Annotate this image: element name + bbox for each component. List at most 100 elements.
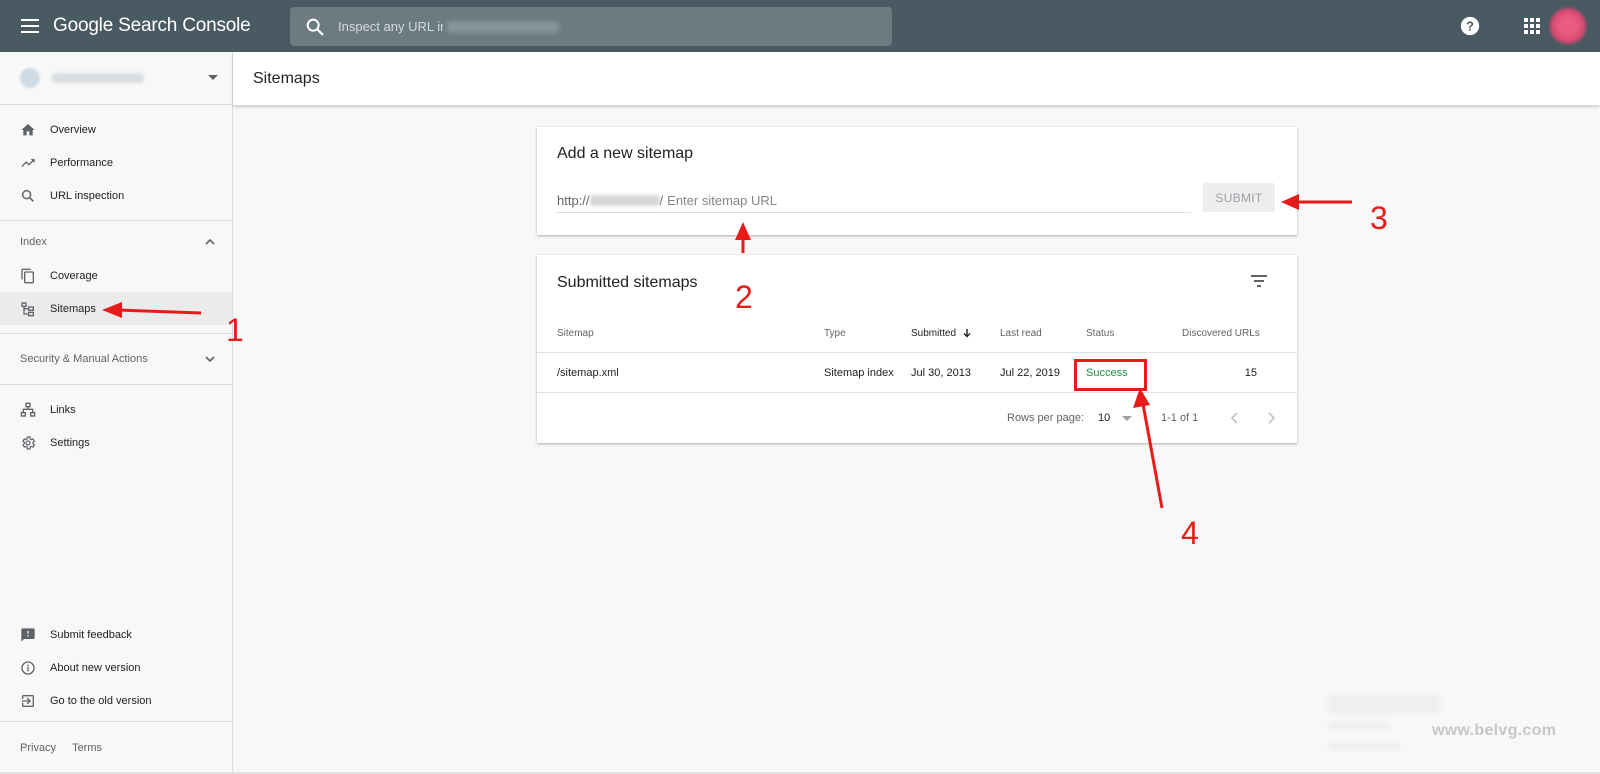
sidebar-item-label: URL inspection <box>50 189 125 202</box>
table-header: Sitemap Type Submitted Last read Status … <box>537 313 1297 353</box>
app-logo[interactable]: Google Search Console <box>53 15 251 37</box>
chevron-down-icon <box>205 356 215 363</box>
nav-group-bottom: Submit feedback About new version Go to … <box>0 618 232 717</box>
col-submitted[interactable]: Submitted <box>911 313 972 353</box>
sitemap-url-input[interactable] <box>667 193 1191 208</box>
svg-text:?: ? <box>1466 19 1474 34</box>
section-label: Index <box>20 236 47 248</box>
help-icon[interactable]: ? <box>1459 15 1481 37</box>
prev-page-button[interactable] <box>1228 393 1242 443</box>
gear-icon <box>22 435 36 450</box>
section-security-header[interactable]: Security & Manual Actions <box>0 342 232 376</box>
chevron-up-icon <box>205 238 215 245</box>
submitted-sitemaps-title: Submitted sitemaps <box>557 274 698 291</box>
sidebar-item-label: About new version <box>50 661 141 674</box>
sidebar-item-url-inspection[interactable]: URL inspection <box>0 179 232 212</box>
table-row[interactable]: /sitemap.xml Sitemap index Jul 30, 2013 … <box>537 353 1297 393</box>
col-discovered-urls[interactable]: Discovered URLs <box>1182 313 1260 353</box>
sitemap-icon <box>21 301 34 316</box>
sidebar-item-label: Links <box>50 403 76 416</box>
sidebar-item-label: Performance <box>50 156 113 169</box>
top-app-bar: Google Search Console ? <box>0 0 1600 52</box>
cell-submitted: Jul 30, 2013 <box>911 367 971 379</box>
sidebar-item-old-version[interactable]: Go to the old version <box>0 684 232 717</box>
sidebar-item-label: Go to the old version <box>50 694 152 707</box>
nav-group-security: Security & Manual Actions <box>0 334 232 385</box>
home-icon <box>21 123 35 135</box>
terms-link[interactable]: Terms <box>72 742 102 754</box>
sidebar-item-settings[interactable]: Settings <box>0 426 232 459</box>
sidebar: Overview Performance URL inspection Inde… <box>0 52 233 774</box>
privacy-link[interactable]: Privacy <box>20 742 56 754</box>
annotation-number-3: 3 <box>1370 200 1388 236</box>
table-pagination: Rows per page: 10 1-1 of 1 <box>537 393 1297 443</box>
sidebar-item-overview[interactable]: Overview <box>0 113 232 146</box>
sidebar-item-label: Sitemaps <box>50 302 96 315</box>
col-last-read[interactable]: Last read <box>1000 313 1042 353</box>
search-input[interactable] <box>338 19 443 34</box>
watermark: www.belvg.com <box>1432 722 1557 739</box>
rows-per-page-value: 10 <box>1098 412 1111 424</box>
property-name-redacted <box>52 73 144 83</box>
sidebar-item-label: Overview <box>50 123 96 136</box>
ghost-overlay-line-2 <box>1328 742 1400 750</box>
page-header: Sitemaps <box>233 52 1600 105</box>
url-inspect-search[interactable] <box>290 7 892 46</box>
col-status[interactable]: Status <box>1086 313 1114 353</box>
ghost-overlay-line <box>1328 722 1390 730</box>
trending-up-icon <box>21 158 35 167</box>
property-selector[interactable] <box>0 52 232 105</box>
rows-per-page-label: Rows per page: <box>1007 412 1085 424</box>
next-page-button[interactable] <box>1264 393 1278 443</box>
copy-icon <box>21 268 34 283</box>
exit-icon <box>22 694 34 707</box>
sidebar-item-label: Submit feedback <box>50 628 132 641</box>
arrow-down-icon <box>963 329 971 338</box>
page-title: Sitemaps <box>253 69 320 87</box>
col-submitted-label: Submitted <box>911 327 957 339</box>
sidebar-item-coverage[interactable]: Coverage <box>0 259 232 292</box>
url-prefix-slash: / <box>659 193 664 208</box>
add-sitemap-title: Add a new sitemap <box>557 145 694 162</box>
annotation-number-2: 2 <box>735 279 753 315</box>
nav-group-main: Overview Performance URL inspection <box>0 105 232 221</box>
sidebar-item-label: Settings <box>50 436 90 449</box>
feedback-icon <box>21 627 35 642</box>
page-range: 1-1 of 1 <box>1161 412 1199 424</box>
sidebar-item-about-new-version[interactable]: About new version <box>0 651 232 684</box>
sidebar-item-performance[interactable]: Performance <box>0 146 232 179</box>
nav-group-links: Links Settings <box>0 385 232 467</box>
cell-discovered-urls: 15 <box>1244 367 1257 379</box>
url-prefix-domain-redacted <box>589 195 660 206</box>
rows-per-page-select[interactable]: 10 <box>1098 393 1133 443</box>
status-highlight-box <box>1074 359 1147 391</box>
info-icon <box>21 660 35 675</box>
section-index-header[interactable]: Index <box>0 225 232 259</box>
cell-type: Sitemap index <box>824 367 894 379</box>
sidebar-item-sitemaps[interactable]: Sitemaps <box>0 292 232 325</box>
menu-icon[interactable] <box>18 14 42 38</box>
sidebar-item-links[interactable]: Links <box>0 393 232 426</box>
url-prefix-protocol: http:// <box>557 193 590 208</box>
sidebar-item-submit-feedback[interactable]: Submit feedback <box>0 618 232 651</box>
cell-last-read: Jul 22, 2019 <box>1000 367 1060 379</box>
submit-button[interactable]: SUBMIT <box>1203 183 1275 212</box>
add-sitemap-card: Add a new sitemap http:// / SUBMIT <box>537 127 1297 235</box>
search-property-redacted <box>447 20 559 33</box>
col-type[interactable]: Type <box>824 313 846 353</box>
search-icon <box>306 18 324 35</box>
filter-icon[interactable] <box>1247 269 1271 293</box>
annotation-number-4: 4 <box>1181 515 1199 551</box>
sitemap-url-row: http:// / <box>557 189 1191 213</box>
property-favicon <box>20 68 40 88</box>
col-sitemap[interactable]: Sitemap <box>557 313 594 353</box>
section-label: Security & Manual Actions <box>20 353 148 365</box>
account-avatar[interactable] <box>1550 8 1586 44</box>
links-icon <box>20 402 36 417</box>
apps-grid-icon[interactable] <box>1522 16 1542 36</box>
search-icon <box>21 189 34 202</box>
annotation-number-1: 1 <box>226 312 244 348</box>
cell-sitemap: /sitemap.xml <box>557 367 619 379</box>
chevron-right-icon <box>1268 412 1276 424</box>
chevron-down-icon <box>1122 415 1133 421</box>
